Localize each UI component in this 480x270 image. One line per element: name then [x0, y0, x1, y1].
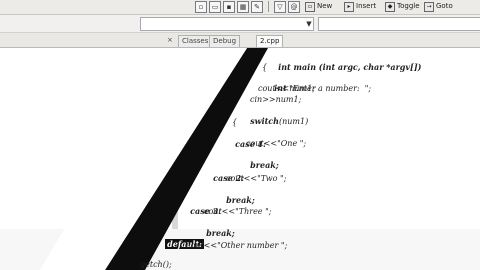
code-main-signature: int main (int argc, char *argv[]) — [278, 62, 422, 72]
code-text: (num1) — [278, 117, 309, 126]
code-line-5: cin>>num1; — [250, 95, 302, 104]
code-line-cout2: cout<<"Two "; — [226, 174, 287, 183]
keyword-switch: switch — [250, 116, 279, 126]
code-line-2: { — [262, 63, 268, 72]
keyword-break: break; — [250, 160, 279, 170]
code-editor[interactable]: int main (int argc, char *argv[]) { int … — [0, 48, 480, 270]
keyword-break: break; — [226, 195, 255, 205]
keyword-break: break; — [206, 228, 235, 238]
code-line-cout-default: cout<<"Other number "; — [186, 241, 288, 250]
code-line-4: cout<<"Enter a number: "; — [258, 84, 372, 93]
code-line-7: { — [232, 118, 238, 127]
code-line-getch: getch(); — [140, 260, 172, 269]
code-line-cout3: cout<<"Three "; — [204, 207, 272, 216]
code-line-cout1: cout<<"One "; — [246, 139, 307, 148]
